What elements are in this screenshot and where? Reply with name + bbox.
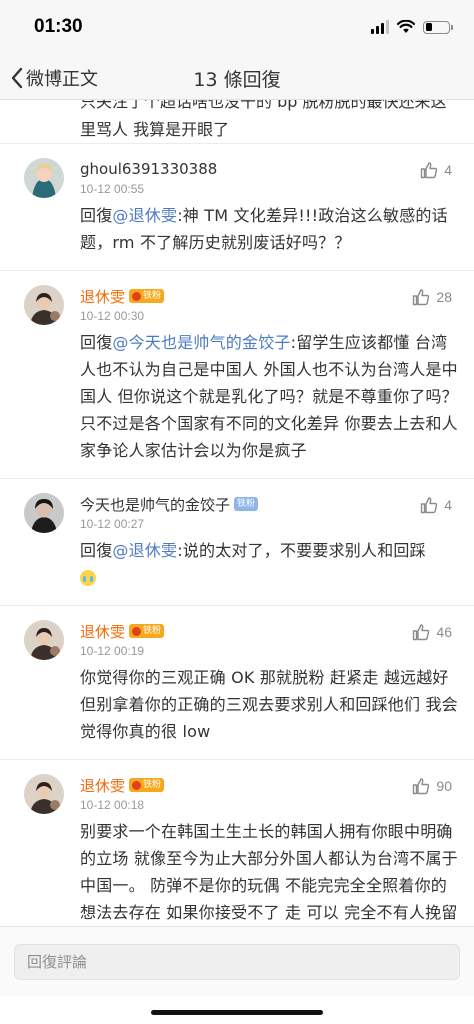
username[interactable]: 退休雯 bbox=[80, 621, 125, 642]
chevron-left-icon bbox=[11, 67, 23, 89]
like-button[interactable]: 46 bbox=[412, 623, 452, 641]
comment-header: 退休雯 铁粉 bbox=[80, 774, 458, 796]
avatar[interactable] bbox=[24, 774, 64, 814]
comment-text: :留学生应该都懂 台湾人也不认为自己是中国人 外国人也不认为台湾人是中国人 但你… bbox=[80, 333, 458, 460]
status-time: 01:30 bbox=[34, 16, 83, 37]
like-button[interactable]: 4 bbox=[420, 161, 452, 179]
comment-body: 回復@退休雯:神 TM 文化差异!!!政治这么敏感的话题，rm 不了解历史就别废… bbox=[80, 202, 458, 256]
thumbs-up-icon bbox=[413, 778, 430, 795]
comment-item[interactable]: 今天也是帅气的金饺子 铁粉 10-12 00:27 4 回復@退休雯:说的太对了，不要要… bbox=[0, 479, 474, 606]
user-mention[interactable]: @退休雯 bbox=[112, 541, 177, 560]
comment-body: 你觉得你的三观正确 OK 那就脱粉 赶紧走 越远越好 但别拿着你的正确的三观去要… bbox=[80, 664, 458, 745]
crown-icon bbox=[132, 626, 142, 636]
like-button[interactable]: 90 bbox=[412, 777, 452, 795]
comment-text: 回復 bbox=[80, 333, 113, 352]
cellular-signal-icon bbox=[371, 20, 389, 34]
thumbs-up-icon bbox=[413, 624, 430, 641]
comment-body: 回復@今天也是帅气的金饺子:留学生应该都懂 台湾人也不认为自己是中国人 外国人也… bbox=[80, 329, 458, 464]
username[interactable]: 今天也是帅气的金饺子 bbox=[80, 494, 230, 515]
comment-time: 10-12 00:55 bbox=[80, 182, 145, 196]
username[interactable]: ghoul6391330388 bbox=[80, 160, 217, 178]
back-button[interactable]: 微博正文 bbox=[10, 62, 98, 94]
comment-text: 回復 bbox=[80, 206, 113, 225]
avatar[interactable] bbox=[24, 620, 64, 660]
comment-time: 10-12 00:27 bbox=[80, 517, 145, 531]
avatar[interactable] bbox=[24, 285, 64, 325]
like-count: 90 bbox=[436, 778, 452, 794]
thumbs-up-icon bbox=[413, 289, 430, 306]
comment-body: 只关注了个超话啥也没干的 bp 脱粉脱的最快还来这里骂人 我算是开眼了 bbox=[80, 100, 447, 139]
comment-text: :说的太对了，不要要求别人和回踩 bbox=[177, 541, 426, 560]
fan-badge-label: 铁粉 bbox=[143, 780, 162, 790]
avatar[interactable] bbox=[24, 493, 64, 533]
comment-text: 回復 bbox=[80, 541, 113, 560]
fan-badge: 铁粉 bbox=[129, 289, 165, 303]
comment-item[interactable]: ghoul6391330388 10-12 00:55 4 回復@退休雯:神 TM 文… bbox=[0, 144, 474, 271]
fan-badge: 铁粉 bbox=[129, 778, 165, 792]
fan-badge-label: 铁粉 bbox=[237, 499, 256, 509]
like-button[interactable]: 4 bbox=[420, 496, 452, 514]
comment-feed[interactable]: 只关注了个超话啥也没干的 bp 脱粉脱的最快还来这里骂人 我算是开眼了 ghou… bbox=[0, 100, 474, 926]
user-mention[interactable]: @退休雯 bbox=[112, 206, 177, 225]
reply-comment-input[interactable]: 回復評論 bbox=[14, 944, 460, 980]
comment-time: 10-12 00:19 bbox=[80, 644, 145, 658]
comment-text: 你觉得你的三观正确 OK 那就脱粉 赶紧走 越远越好 但别拿着你的正确的三观去要… bbox=[80, 668, 458, 741]
battery-icon bbox=[423, 20, 453, 34]
fan-badge-label: 铁粉 bbox=[143, 291, 162, 301]
wifi-icon bbox=[397, 20, 415, 33]
comment-body: 回復@退休雯:说的太对了，不要要求别人和回踩 bbox=[80, 537, 458, 591]
avatar[interactable] bbox=[24, 158, 64, 198]
comment-list: ghoul6391330388 10-12 00:55 4 回復@退休雯:神 TM 文… bbox=[0, 144, 474, 926]
comment-header: 退休雯 铁粉 bbox=[80, 285, 458, 307]
fan-badge: 铁粉 bbox=[129, 624, 165, 638]
partial-comment[interactable]: 只关注了个超话啥也没干的 bp 脱粉脱的最快还来这里骂人 我算是开眼了 bbox=[0, 100, 474, 144]
comment-header: ghoul6391330388 bbox=[80, 158, 458, 180]
username[interactable]: 退休雯 bbox=[80, 286, 125, 307]
like-count: 4 bbox=[444, 162, 452, 178]
status-icons bbox=[371, 20, 453, 34]
user-mention[interactable]: @今天也是帅气的金饺子 bbox=[112, 333, 290, 352]
thumbs-up-icon bbox=[421, 497, 438, 514]
comment-time: 10-12 00:30 bbox=[80, 309, 145, 323]
comment-time: 10-12 00:18 bbox=[80, 798, 145, 812]
crown-icon bbox=[132, 780, 142, 790]
thumbs-up-icon bbox=[421, 162, 438, 179]
like-count: 28 bbox=[436, 289, 452, 305]
like-button[interactable]: 28 bbox=[412, 288, 452, 306]
nav-bar: 微博正文 13 條回復 bbox=[0, 56, 474, 100]
crown-icon bbox=[132, 291, 142, 301]
comment-item[interactable]: 退休雯 铁粉 10-12 00:19 46 你觉得你的三观正确 OK 那就脱粉 赶紧走 … bbox=[0, 606, 474, 760]
reply-bar: 回復評論 bbox=[0, 926, 474, 996]
comment-body: 别要求一个在韩国土生土长的韩国人拥有你眼中明确的立场 就像至今为止大部分外国人都… bbox=[80, 818, 458, 926]
like-count: 4 bbox=[444, 497, 452, 513]
comment-item[interactable]: 退休雯 铁粉 10-12 00:30 28 回復@今天也是帅气的金饺子:留学生应该都懂 … bbox=[0, 271, 474, 479]
cry-emoji bbox=[80, 570, 96, 586]
comment-item[interactable]: 退休雯 铁粉 10-12 00:18 90 别要求一个在韩国土生土长的韩国人拥有你眼中明… bbox=[0, 760, 474, 926]
comment-text: 别要求一个在韩国土生土长的韩国人拥有你眼中明确的立场 就像至今为止大部分外国人都… bbox=[80, 822, 458, 922]
home-indicator bbox=[151, 1010, 323, 1015]
back-label: 微博正文 bbox=[26, 69, 98, 90]
like-count: 46 bbox=[436, 624, 452, 640]
fan-badge-label: 铁粉 bbox=[143, 626, 162, 636]
fan-badge: 铁粉 bbox=[234, 497, 259, 511]
comment-header: 今天也是帅气的金饺子 铁粉 bbox=[80, 493, 458, 515]
username[interactable]: 退休雯 bbox=[80, 775, 125, 796]
comment-header: 退休雯 铁粉 bbox=[80, 620, 458, 642]
status-bar: 01:30 bbox=[0, 0, 474, 56]
